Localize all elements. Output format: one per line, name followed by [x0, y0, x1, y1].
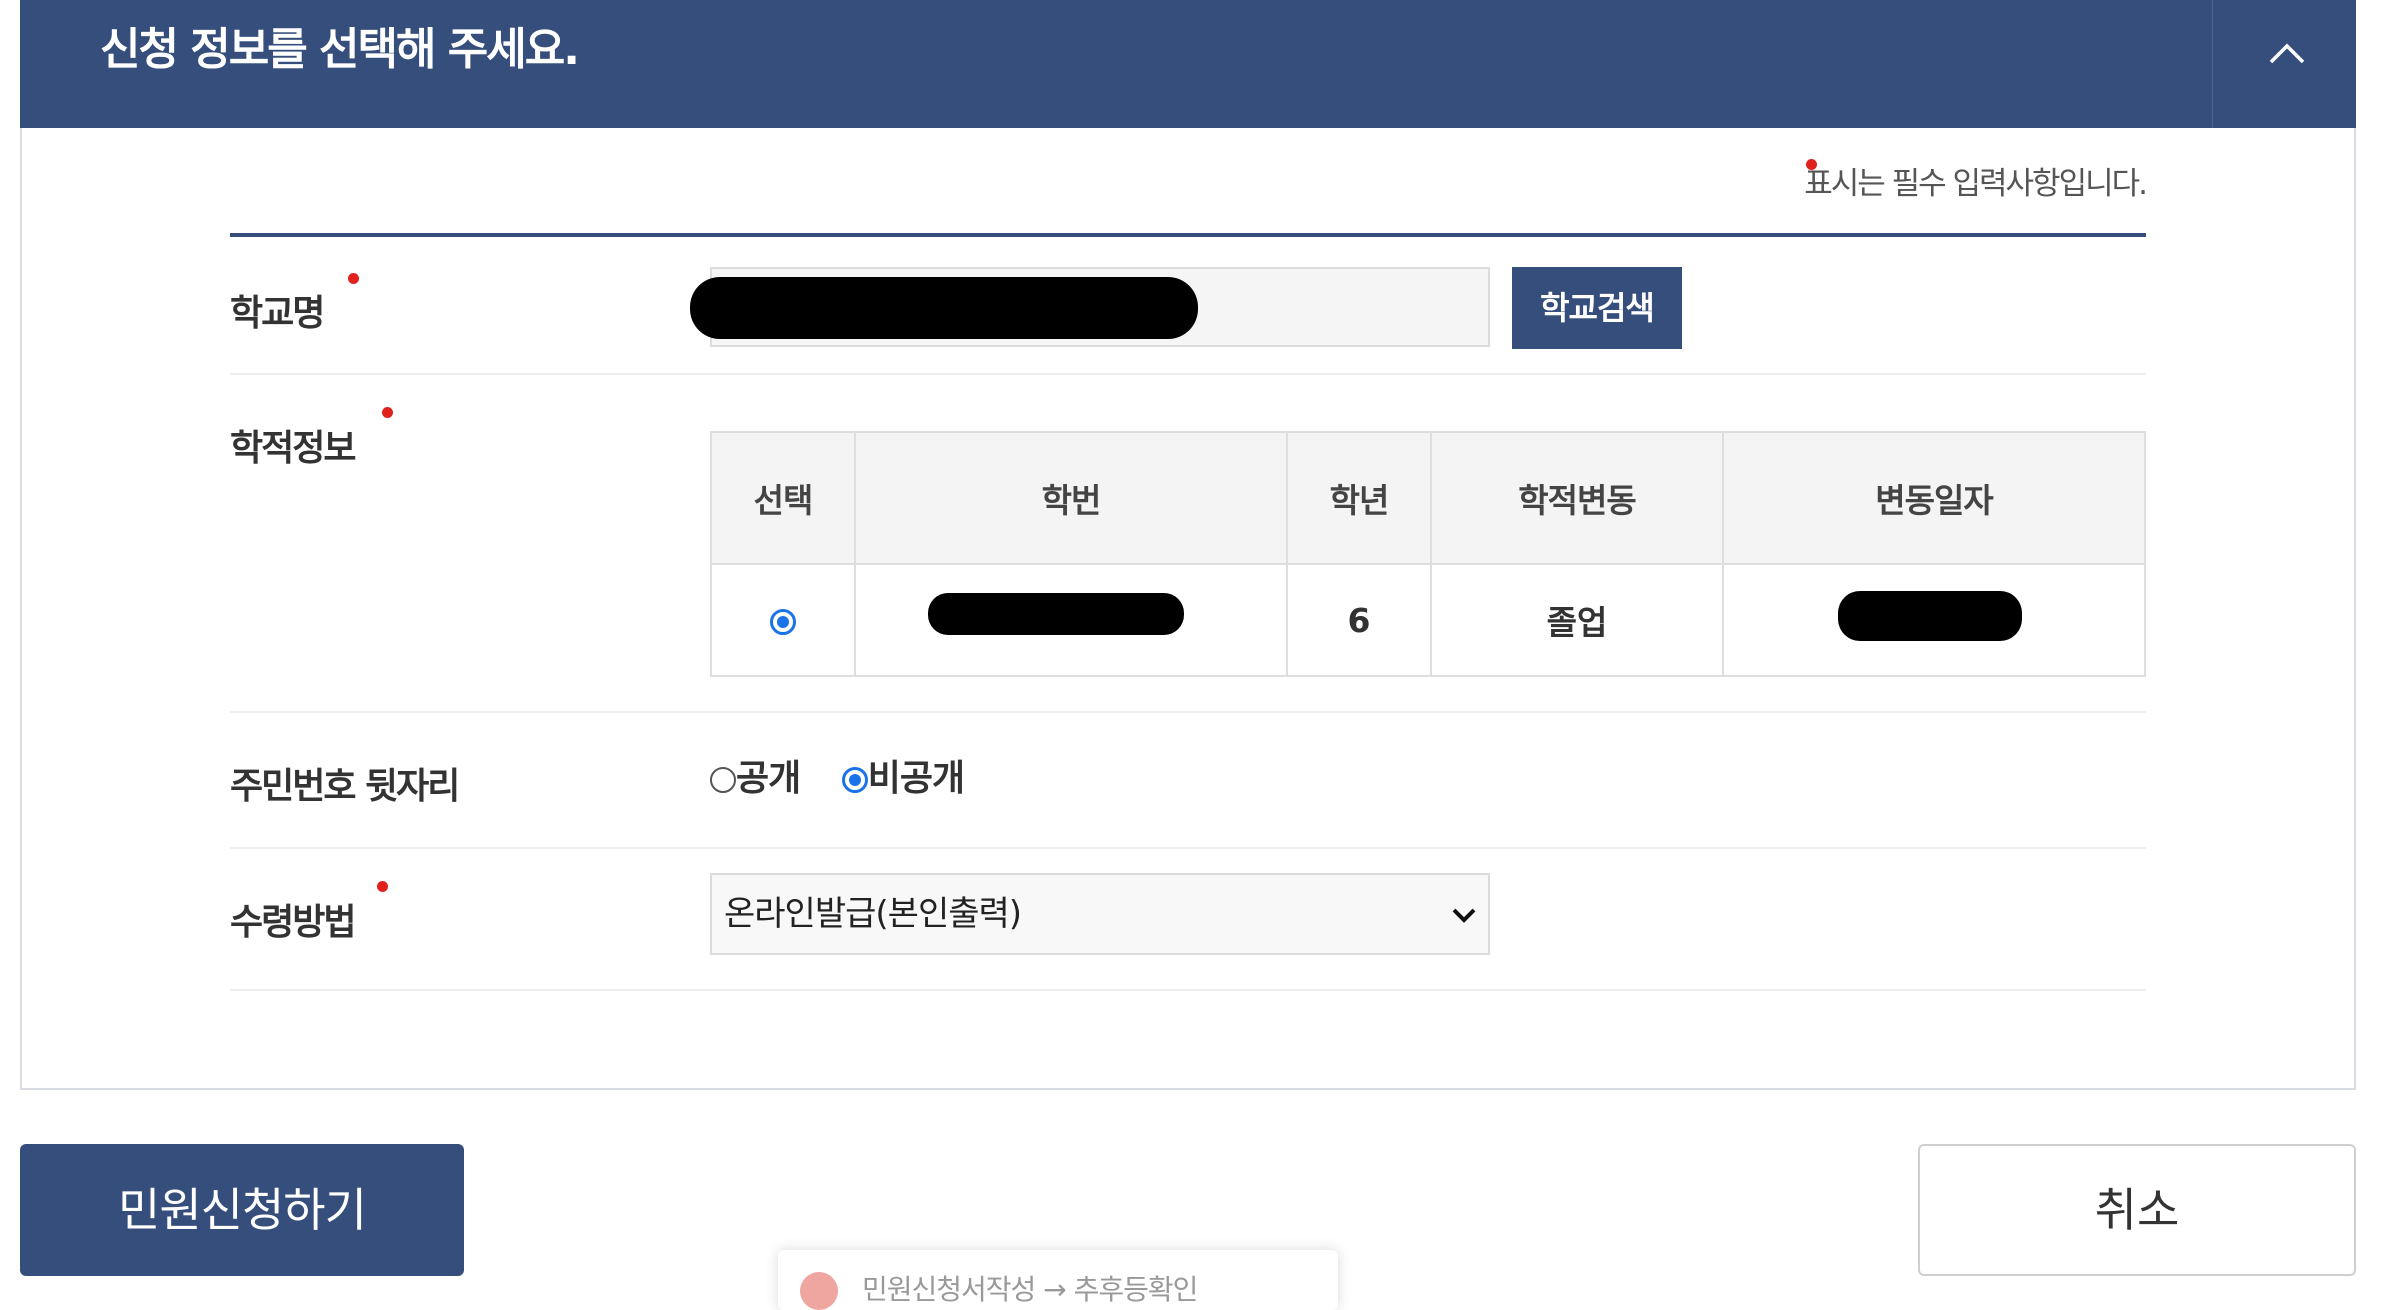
row-divider [230, 989, 2146, 991]
cancel-button[interactable]: 취소 [1918, 1144, 2356, 1276]
change-date-cell [1722, 563, 2146, 677]
student-id-cell [854, 563, 1288, 677]
required-dot [377, 881, 388, 892]
toast-icon [800, 1272, 838, 1310]
school-name-label: 학교명 [230, 293, 325, 334]
row-divider [230, 373, 2146, 375]
resident-number-options: 공개 비공개 [710, 749, 994, 801]
radio-private[interactable] [841, 767, 868, 793]
row-divider [230, 847, 2146, 849]
redacted-change-date [1838, 591, 2022, 641]
option-private[interactable]: 비공개 [841, 749, 965, 801]
row-divider [230, 711, 2146, 713]
resident-number-label: 주민번호 뒷자리 [230, 766, 460, 807]
academic-info-table: 선택 학번 학년 학적변동 변동일자 6 졸업 [710, 431, 2146, 677]
grade-cell: 6 [1286, 563, 1432, 677]
redacted-student-id [928, 593, 1184, 635]
toast-notification: 민원신청서작성 → 추후등확인 [778, 1250, 1338, 1310]
status-cell: 졸업 [1430, 563, 1724, 677]
column-student-id: 학번 [854, 431, 1288, 565]
table-row: 6 졸업 [710, 563, 2146, 677]
required-note: 표시는 필수 입력사항입니다. [1804, 166, 2148, 202]
toast-text: 민원신청서작성 → 추후등확인 [862, 1273, 1198, 1306]
column-change-date: 변동일자 [1722, 431, 2146, 565]
receipt-method-label: 수령방법 [230, 902, 356, 943]
column-select: 선택 [710, 431, 856, 565]
option-public-label: 공개 [736, 758, 801, 799]
receipt-method-value: 온라인발급(본인출력) [724, 894, 1022, 934]
required-dot [382, 407, 393, 418]
select-cell [710, 563, 856, 677]
chevron-down-icon [1452, 908, 1476, 923]
column-grade: 학년 [1286, 431, 1432, 565]
collapse-button[interactable] [2212, 0, 2356, 128]
chevron-up-icon [2269, 43, 2305, 64]
application-form: 학교명 학교검색 학적정보 선택 학번 학년 학적변동 변동일자 6 졸업 주민… [230, 233, 2146, 991]
row-select-radio[interactable] [770, 609, 796, 635]
panel-header: 신청 정보를 선택해 주세요. [20, 0, 2356, 128]
redacted-school-name [690, 277, 1198, 339]
academic-info-label: 학적정보 [230, 428, 356, 469]
receipt-method-select[interactable]: 온라인발급(본인출력) [710, 873, 1490, 955]
option-private-label: 비공개 [867, 758, 965, 799]
radio-public[interactable] [710, 767, 736, 793]
submit-application-button[interactable]: 민원신청하기 [20, 1144, 464, 1276]
required-dot [348, 273, 359, 284]
panel-title: 신청 정보를 선택해 주세요. [100, 24, 580, 75]
option-public[interactable]: 공개 [710, 749, 801, 801]
column-status-change: 학적변동 [1430, 431, 1724, 565]
school-search-button[interactable]: 학교검색 [1512, 267, 1682, 349]
table-header-row: 선택 학번 학년 학적변동 변동일자 [710, 431, 2146, 565]
